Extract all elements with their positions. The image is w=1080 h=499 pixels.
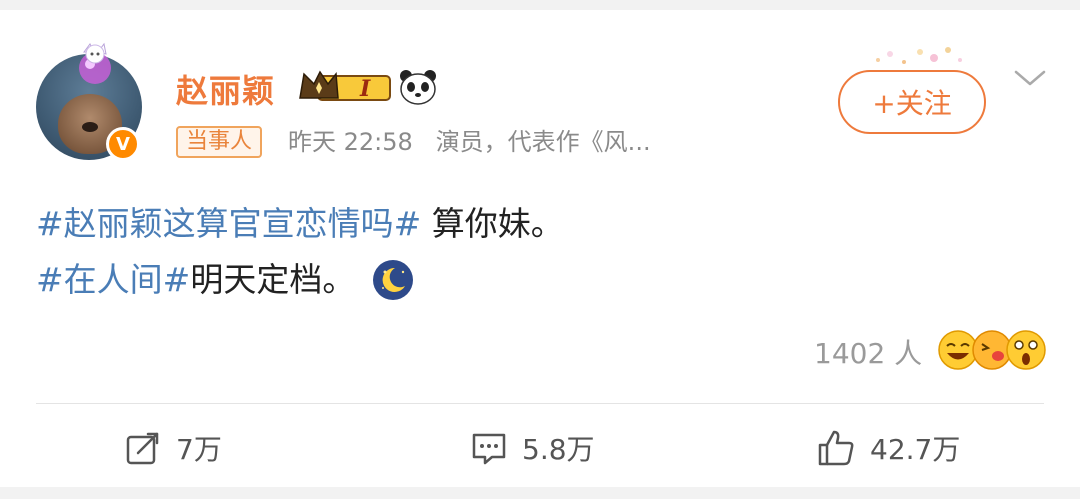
svg-text:I: I [359,76,371,102]
laugh-emoji-icon [938,330,978,370]
hashtag-link[interactable]: #赵丽颖这算官宣恋情吗# [36,196,421,252]
party-tag-badge: 当事人 [176,126,263,158]
weibo-post-card: V 赵丽颖 I 当事人 昨天 22:58 演员，代表作《风... +关注 #赵丽… [0,10,1080,487]
moon-sleep-icon [373,260,414,300]
reaction-count[interactable]: 1402 人 [814,332,922,372]
follow-button[interactable]: +关注 [838,70,986,134]
avatar-pendant-icon [79,42,111,84]
chevron-down-icon[interactable] [1012,66,1048,90]
repost-button[interactable]: 7万 [124,426,222,470]
like-count: 42.7万 [870,433,961,466]
post-content: #赵丽颖这算官宣恋情吗# 算你妹。 #在人间# 明天定档。 [36,196,564,308]
username[interactable]: 赵丽颖 [176,66,275,112]
post-text-segment: 算你妹。 [421,204,564,243]
post-meta: 昨天 22:58 演员，代表作《风... [288,126,651,158]
verified-badge: V [106,127,140,161]
post-line-2: #在人间# 明天定档。 [36,252,564,308]
crown-level-badge-icon[interactable]: I [298,68,392,104]
divider [36,403,1044,404]
post-time: 昨天 22:58 [288,128,413,156]
surprised-emoji-icon [1006,330,1046,370]
hashtag-link[interactable]: #在人间# [36,252,190,308]
repost-count: 7万 [176,433,222,466]
kiss-emoji-icon [972,330,1012,370]
post-line-1: #赵丽颖这算官宣恋情吗# 算你妹。 [36,196,564,252]
comment-count: 5.8万 [522,433,595,466]
like-button[interactable]: 42.7万 [816,426,960,470]
panda-icon [400,70,436,105]
post-text-segment: 明天定档。 [190,260,356,299]
comment-button[interactable]: 5.8万 [470,426,595,470]
thumbs-up-icon [818,430,854,466]
comment-icon [472,433,506,465]
user-description: 演员，代表作《风... [435,128,651,156]
reaction-emojis[interactable] [938,328,1046,372]
sparkle-decoration-icon [876,47,962,64]
repost-icon [126,432,159,465]
